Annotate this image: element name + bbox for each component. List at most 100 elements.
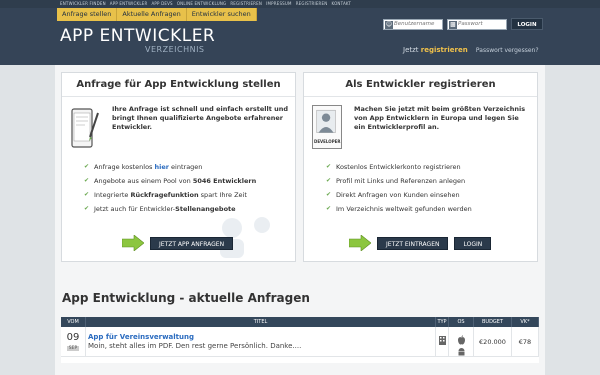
top-link[interactable]: IMPRESSUM	[266, 0, 292, 8]
check-icon: ✔	[84, 205, 90, 212]
list-item: ✔ Profil mit Links und Referenzen anlege…	[326, 177, 536, 185]
list-item: ✔ Integrierte Rückfragefunktion spart Ih…	[84, 191, 294, 199]
top-link[interactable]: KONTAKT	[331, 0, 351, 8]
benefit-text: Profil mit Links und Referenzen anlegen	[336, 177, 466, 185]
benefit-bold: Rückfragefunktion	[130, 191, 199, 199]
top-link[interactable]: REGISTRIEREN	[230, 0, 262, 8]
table-row[interactable]: 09 SEP App für Vereinsverwaltung Moin, s…	[61, 327, 539, 357]
request-cta: JETZT APP ANFRAGEN	[122, 235, 234, 251]
date-month: SEP	[66, 346, 80, 351]
request-title-link[interactable]: App für Vereinsverwaltung	[88, 333, 435, 342]
user-icon: ☺	[385, 20, 393, 29]
budget-cell: €20.000	[474, 327, 512, 356]
developer-login-button[interactable]: LOGIN	[454, 236, 492, 250]
type-cell	[436, 327, 449, 356]
benefit-text: spart Ihre Zeit	[198, 191, 247, 199]
benefit-text: eintragen	[168, 163, 203, 171]
table-header: VOM TITEL TYP OS BUDGET VK*	[61, 317, 539, 327]
smartphone-icon	[71, 108, 99, 148]
column-header[interactable]: BUDGET	[474, 317, 512, 327]
forgot-password-link[interactable]: Passwort vergessen?	[476, 47, 539, 54]
requests-section-title: App Entwicklung - aktuelle Anfragen	[62, 291, 310, 305]
arrow-right-icon	[122, 235, 144, 251]
column-header[interactable]: TYP	[436, 317, 449, 327]
request-benefits: ✔ Anfrage kostenlos hier eintragen ✔ Ang…	[84, 163, 294, 219]
list-item: ✔ Angebote aus einem Pool von 5046 Entwi…	[84, 177, 294, 185]
check-icon: ✔	[84, 177, 90, 184]
request-app-button[interactable]: JETZT APP ANFRAGEN	[150, 236, 234, 250]
developer-panel: Als Entwickler registrieren DEVELOPER Ma…	[303, 72, 538, 262]
list-item: ✔ Jetzt auch für Entwickler-Stellenangeb…	[84, 205, 294, 213]
developer-count: 5046 Entwicklern	[192, 177, 257, 185]
subnav-entwickler-suchen[interactable]: Entwickler suchen	[186, 8, 257, 21]
site-header: Anfrage stellen Aktuelle Anfragen Entwic…	[0, 8, 600, 65]
lock-icon: ▩	[449, 20, 457, 29]
check-icon: ✔	[326, 191, 332, 198]
date-day: 09	[66, 332, 80, 343]
developer-badge-label: DEVELOPER	[314, 139, 341, 144]
apple-icon	[457, 335, 465, 345]
check-icon: ✔	[326, 177, 332, 184]
check-icon: ✔	[326, 205, 332, 212]
main-content: Anfrage für App Entwicklung stellen Ihre…	[55, 65, 545, 375]
date-cell: 09 SEP	[61, 327, 86, 356]
top-links: ENTWICKLER FINDEN APP ENTWICKLER APP DEV…	[60, 0, 351, 8]
logo-title[interactable]: APP ENTWICKLER	[60, 26, 215, 46]
top-link[interactable]: ENTWICKLER FINDEN	[60, 0, 106, 8]
check-icon: ✔	[84, 163, 90, 170]
benefit-text: Integrierte	[94, 191, 131, 199]
top-link[interactable]: ONLINE ENTWICKLUNG	[177, 0, 227, 8]
list-item: ✔ Kostenlos Entwicklerkonto registrieren	[326, 163, 536, 171]
benefit-text: Im Verzeichnis weltweit gefunden werden	[336, 205, 472, 213]
request-panel-title: Anfrage für App Entwicklung stellen	[62, 73, 295, 97]
benefit-text: Anfrage kostenlos	[94, 163, 155, 171]
building-icon	[438, 336, 446, 345]
list-item: ✔ Anfrage kostenlos hier eintragen	[84, 163, 294, 171]
login-button[interactable]: LOGIN	[511, 18, 543, 30]
top-link-strip: ENTWICKLER FINDEN APP ENTWICKLER APP DEV…	[0, 0, 600, 8]
developer-intro: Machen Sie jetzt mit beim größten Verzei…	[354, 105, 526, 131]
requests-table: VOM TITEL TYP OS BUDGET VK* 09 SEP App f…	[61, 317, 539, 363]
username-input[interactable]	[394, 19, 442, 29]
benefit-text: Kostenlos Entwicklerkonto registrieren	[336, 163, 461, 171]
column-header[interactable]: OS	[449, 317, 474, 327]
benefit-text: Direkt Anfragen von Kunden einsehen	[336, 191, 460, 199]
list-item: ✔ Direkt Anfragen von Kunden einsehen	[326, 191, 536, 199]
column-header[interactable]: VK*	[512, 317, 539, 327]
check-icon: ✔	[84, 191, 90, 198]
password-field[interactable]: ▩	[447, 18, 507, 30]
list-item: ✔ Im Verzeichnis weltweit gefunden werde…	[326, 205, 536, 213]
benefit-text: Angebote aus einem Pool von	[94, 177, 193, 185]
subnav-anfrage-stellen[interactable]: Anfrage stellen	[57, 8, 118, 21]
top-link[interactable]: APP DEVS	[151, 0, 172, 8]
arrow-right-icon	[349, 235, 371, 251]
developer-cta: JETZT EINTRAGEN LOGIN	[349, 235, 492, 251]
developer-badge-icon: DEVELOPER	[312, 105, 342, 149]
request-description: Moin, steht alles im PDF. Den rest gerne…	[88, 342, 302, 350]
request-intro: Ihre Anfrage ist schnell und einfach ers…	[112, 105, 289, 131]
logo-subtitle: VERZEICHNIS	[145, 45, 205, 54]
android-icon	[458, 348, 464, 356]
register-link[interactable]: registrieren	[421, 46, 468, 54]
username-field[interactable]: ☺	[383, 18, 443, 30]
table-row-partial	[61, 357, 539, 363]
password-input[interactable]	[458, 19, 506, 29]
register-now-button[interactable]: JETZT EINTRAGEN	[377, 236, 449, 250]
vk-cell: €78	[512, 327, 539, 356]
benefit-bold: Stellenangebote	[175, 205, 236, 213]
column-header[interactable]: VOM	[61, 317, 86, 327]
developer-panel-title: Als Entwickler registrieren	[304, 73, 537, 97]
register-row: Jetzt registrieren Passwort vergessen?	[403, 46, 539, 54]
login-form: ☺ ▩ LOGIN	[383, 18, 543, 30]
top-link[interactable]: APP ENTWICKLER	[110, 0, 148, 8]
developer-benefits: ✔ Kostenlos Entwicklerkonto registrieren…	[326, 163, 536, 219]
check-icon: ✔	[326, 163, 332, 170]
sub-navigation: Anfrage stellen Aktuelle Anfragen Entwic…	[57, 8, 257, 21]
top-link[interactable]: REGISTRIEREN	[296, 0, 328, 8]
os-cell	[449, 327, 474, 356]
column-header[interactable]: TITEL	[86, 317, 436, 327]
here-link[interactable]: hier	[155, 163, 169, 171]
title-cell: App für Vereinsverwaltung Moin, steht al…	[86, 327, 436, 356]
subnav-aktuelle-anfragen[interactable]: Aktuelle Anfragen	[117, 8, 187, 21]
register-prefix: Jetzt	[403, 46, 419, 54]
